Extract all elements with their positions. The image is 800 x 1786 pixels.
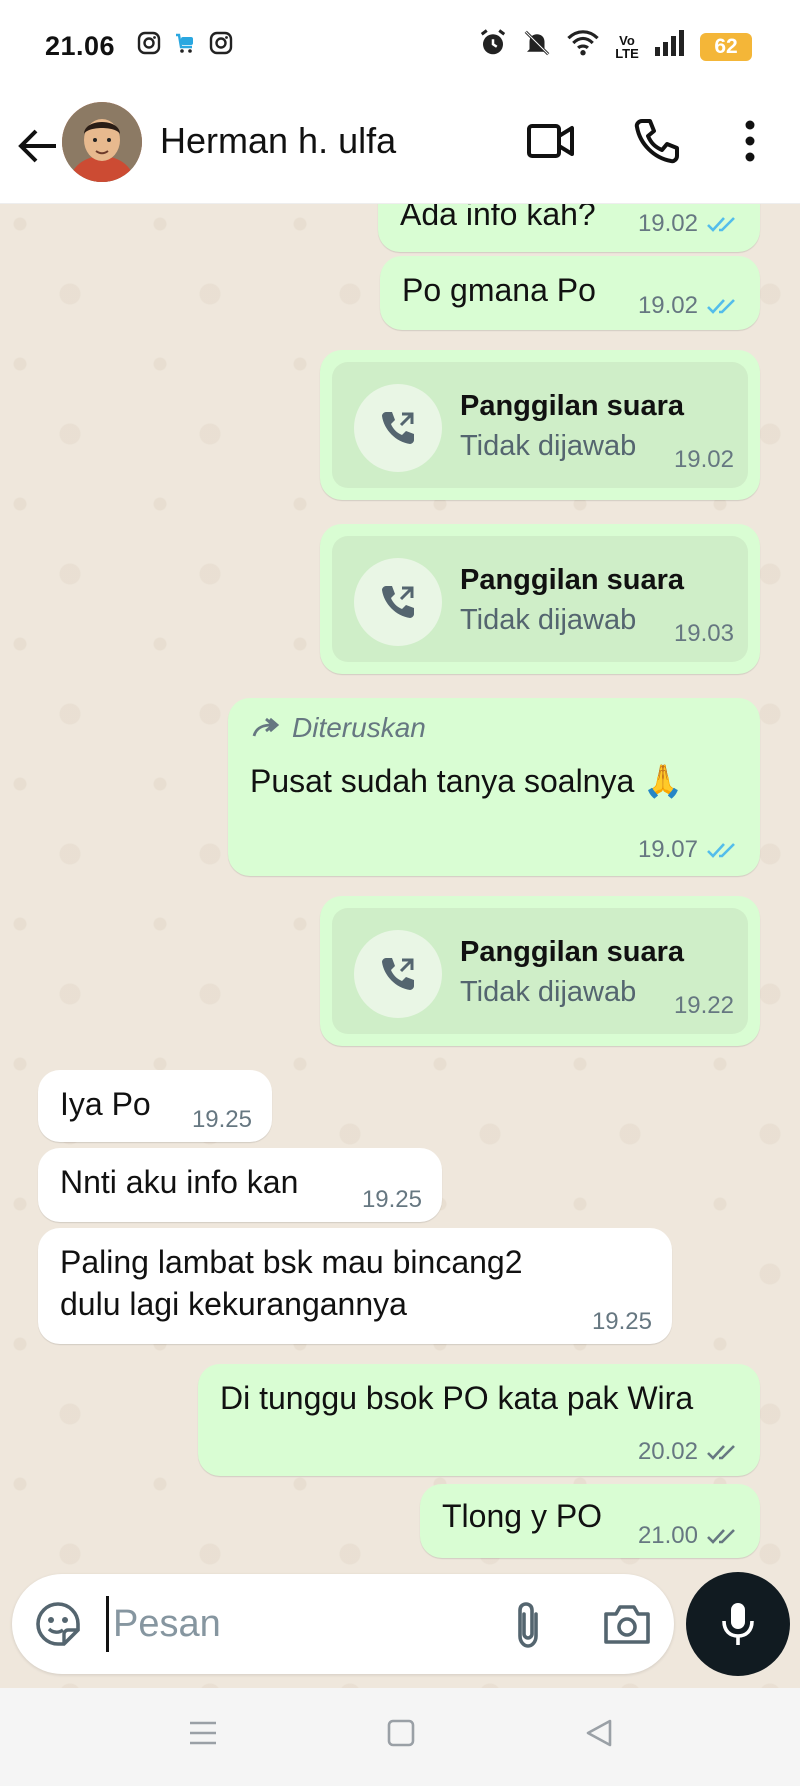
instagram-icon	[137, 31, 161, 62]
call-status: Tidak dijawab	[460, 976, 637, 1008]
delivered-ticks-icon	[706, 1442, 740, 1462]
chat-header: Herman h. ulfa	[0, 92, 800, 204]
back-arrow-icon	[18, 129, 56, 163]
sticker-button[interactable]	[34, 1600, 82, 1653]
menu-icon	[190, 1721, 216, 1745]
home-square-icon	[387, 1719, 415, 1747]
mic-icon	[722, 1603, 754, 1645]
shop-app-icon	[173, 31, 197, 62]
contact-name[interactable]: Herman h. ulfa	[160, 120, 396, 162]
nav-back-button[interactable]	[584, 1718, 614, 1753]
read-ticks-icon	[706, 296, 740, 316]
alarm-icon	[478, 28, 508, 65]
missed-call-icon	[354, 930, 442, 1018]
missed-call-bubble[interactable]: Panggilan suara Tidak dijawab 19.03	[320, 524, 760, 674]
status-time: 21.06	[45, 30, 116, 61]
message-time: 19.02	[637, 210, 698, 237]
camera-button[interactable]	[602, 1602, 652, 1651]
message-bubble-incoming[interactable]: Iya Po 19.25	[38, 1070, 272, 1142]
message-time: 20.02	[637, 1438, 698, 1465]
more-options-button[interactable]	[730, 116, 770, 171]
message-text: Tlong y PO	[442, 1498, 603, 1534]
battery-indicator: 62	[700, 32, 752, 61]
message-bubble-outgoing[interactable]: Po gmana Po 19.02	[380, 256, 760, 330]
chat-area[interactable]: Ada info kah? 19.02 Po gmana Po 19.02 Pa…	[0, 204, 800, 1688]
video-call-icon	[527, 124, 574, 158]
missed-call-icon	[354, 384, 442, 472]
delivered-ticks-icon	[706, 1526, 740, 1546]
message-input[interactable]	[106, 1596, 486, 1652]
forward-icon	[252, 717, 280, 737]
read-ticks-icon	[706, 214, 740, 234]
message-text: Po gmana Po	[402, 272, 596, 308]
missed-call-bubble[interactable]: Panggilan suara Tidak dijawab 19.22	[320, 896, 760, 1046]
message-text: Pusat sudah tanya soalnya 🙏	[250, 763, 683, 799]
call-card[interactable]: Panggilan suara Tidak dijawab 19.22	[332, 908, 748, 1034]
call-status: Tidak dijawab	[460, 430, 637, 462]
message-text-line: dulu lagi kekurangannya	[60, 1286, 407, 1322]
message-time: 19.25	[591, 1308, 652, 1335]
call-status: Tidak dijawab	[460, 604, 637, 636]
message-bubble-outgoing[interactable]: Di tunggu bsok PO kata pak Wira 20.02	[198, 1364, 760, 1476]
message-time: 19.25	[361, 1186, 422, 1213]
attach-button[interactable]	[508, 1600, 548, 1655]
voice-record-button[interactable]	[686, 1572, 790, 1676]
voice-call-button[interactable]	[632, 116, 682, 171]
home-button[interactable]	[386, 1718, 416, 1753]
message-text: Nnti aku info kan	[60, 1164, 299, 1200]
message-bubble-outgoing[interactable]: Ada info kah? 19.02	[378, 204, 760, 252]
wifi-icon	[566, 28, 600, 65]
volte-icon: Vo LTE	[615, 32, 639, 61]
back-triangle-icon	[586, 1719, 612, 1747]
message-time: 19.25	[191, 1106, 252, 1133]
message-bubble-outgoing[interactable]: Tlong y PO 21.00	[420, 1484, 760, 1558]
missed-call-bubble[interactable]: Panggilan suara Tidak dijawab 19.02	[320, 350, 760, 500]
voice-call-icon	[634, 119, 679, 164]
message-time: 21.00	[637, 1522, 698, 1549]
missed-call-icon	[354, 558, 442, 646]
read-ticks-icon	[706, 840, 740, 860]
message-text: Di tunggu bsok PO kata pak Wira	[220, 1380, 694, 1416]
instagram-icon	[209, 31, 233, 62]
call-title: Panggilan suara	[460, 390, 685, 422]
call-card[interactable]: Panggilan suara Tidak dijawab 19.02	[332, 362, 748, 488]
forwarded-message-bubble[interactable]: Diteruskan Pusat sudah tanya soalnya 🙏 1…	[228, 698, 760, 876]
call-card[interactable]: Panggilan suara Tidak dijawab 19.03	[332, 536, 748, 662]
signal-icon	[654, 29, 686, 64]
message-time: 19.07	[637, 836, 698, 863]
message-text: Iya Po	[60, 1086, 151, 1122]
camera-icon	[604, 1605, 650, 1644]
status-bar: 21.06 Vo LTE 62	[0, 0, 800, 92]
message-time: 19.22	[673, 992, 734, 1019]
mute-bell-icon	[522, 28, 552, 65]
system-navigation-bar	[0, 1688, 800, 1786]
message-bubble-incoming[interactable]: Nnti aku info kan 19.25	[38, 1148, 442, 1222]
video-call-button[interactable]	[526, 116, 576, 171]
avatar[interactable]	[62, 102, 142, 182]
call-title: Panggilan suara	[460, 936, 685, 968]
back-button[interactable]	[16, 120, 60, 172]
message-input-bar	[12, 1574, 674, 1674]
more-options-icon	[745, 120, 755, 162]
sticker-icon	[36, 1602, 80, 1646]
attach-icon	[518, 1602, 538, 1648]
message-time: 19.02	[673, 446, 734, 473]
message-time: 19.03	[673, 620, 734, 647]
forwarded-label: Diteruskan	[250, 712, 426, 744]
message-text-line: Paling lambat bsk mau bincang2	[60, 1244, 523, 1280]
message-time: 19.02	[637, 292, 698, 319]
recent-apps-button[interactable]	[188, 1718, 218, 1753]
message-text: Ada info kah?	[400, 204, 596, 232]
message-bubble-incoming[interactable]: Paling lambat bsk mau bincang2 dulu lagi…	[38, 1228, 672, 1344]
call-title: Panggilan suara	[460, 564, 685, 596]
